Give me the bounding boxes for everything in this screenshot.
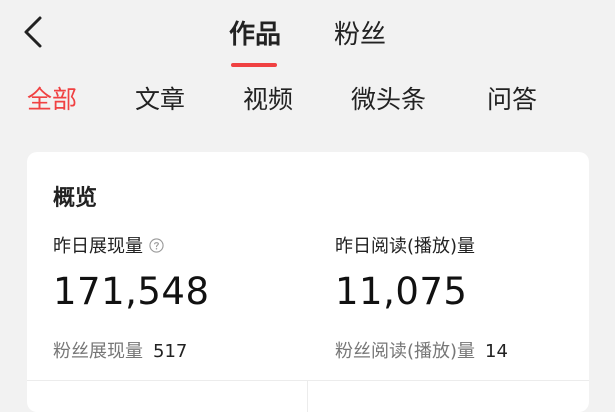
main-tabs: 作品 粉丝 [0,14,615,70]
overview-card: 概览 昨日展现量 171,548 粉丝展现量 517 昨日阅读(播放)量 11,0… [27,152,589,412]
fan-impressions-value: 517 [153,341,188,362]
tab-works[interactable]: 作品 [229,14,281,51]
active-tab-indicator [231,63,277,67]
sub-tab-micro-posts[interactable]: 微头条 [351,80,426,116]
tab-fans[interactable]: 粉丝 [334,14,386,51]
fan-impressions-label: 粉丝展现量 [53,341,143,362]
card-divider [27,380,589,381]
reads-stat: 昨日阅读(播放)量 11,075 粉丝阅读(播放)量 14 [335,232,595,363]
top-bar: 作品 粉丝 [0,0,615,70]
sub-tab-all[interactable]: 全部 [27,80,77,116]
sub-tab-videos[interactable]: 视频 [243,80,293,116]
sub-tab-qa[interactable]: 问答 [487,80,537,116]
fan-reads-value: 14 [485,341,508,362]
impressions-label: 昨日展现量 [53,236,143,257]
reads-value: 11,075 [335,270,468,313]
card-divider-vertical [307,380,308,412]
impressions-value: 171,548 [53,270,210,313]
question-circle-icon[interactable] [149,237,164,253]
sub-tabs: 全部 文章 视频 微头条 问答 [0,80,615,120]
fan-reads-label: 粉丝阅读(播放)量 [335,341,476,362]
impressions-stat: 昨日展现量 171,548 粉丝展现量 517 [53,232,313,363]
overview-title: 概览 [53,186,98,211]
reads-label: 昨日阅读(播放)量 [335,236,476,257]
sub-tab-articles[interactable]: 文章 [135,80,185,116]
